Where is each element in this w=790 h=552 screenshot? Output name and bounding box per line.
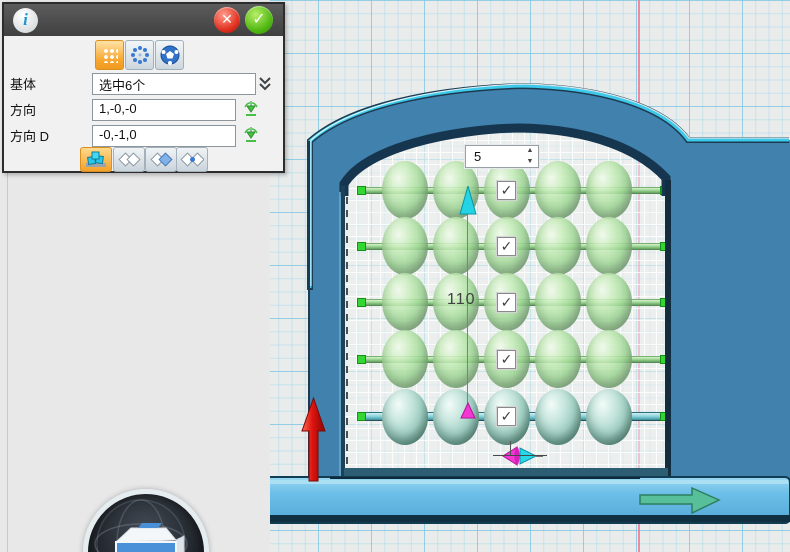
spacing-manipulator: [503, 447, 543, 465]
tab-sphere-pattern[interactable]: [155, 40, 184, 70]
direction-input[interactable]: 1,-0,-0: [92, 99, 236, 121]
double-chevron-down-icon[interactable]: [256, 75, 274, 93]
two-diamonds-icon: [117, 152, 141, 168]
base-input[interactable]: 选中6个: [92, 73, 256, 95]
spinner-down-icon[interactable]: ▼: [522, 157, 538, 168]
manipulator-stub-line: [510, 441, 511, 456]
application-canvas: 110: [0, 0, 790, 552]
row-toggle-checkbox[interactable]: ✓: [497, 293, 516, 312]
spinner-up-icon[interactable]: ▲: [522, 146, 538, 157]
pick-direction-icon[interactable]: [242, 99, 260, 119]
field-label-base: 基体: [10, 74, 36, 95]
manipulator-axis-line: [493, 455, 547, 456]
tab-pattern-geometry[interactable]: [80, 147, 112, 172]
count-spinner[interactable]: 5 ▲ ▼: [465, 145, 539, 168]
field-label-direction: 方向: [10, 100, 36, 121]
left-ruler-line: [7, 172, 8, 552]
tab-diamond-first[interactable]: [113, 147, 145, 172]
direction-d-input[interactable]: -0,-1,0: [92, 125, 236, 147]
info-icon[interactable]: i: [13, 8, 38, 33]
row-toggle-checkbox[interactable]: ✓: [497, 407, 516, 426]
pattern-dialog: i ✕ ✓ 基体 选中6个 方向 1,-: [2, 2, 285, 173]
boxes-icon: [84, 151, 108, 169]
cancel-button[interactable]: ✕: [214, 7, 240, 33]
tab-linear-pattern[interactable]: [95, 40, 124, 70]
row-toggle-checkbox[interactable]: ✓: [497, 350, 516, 369]
row-toggle-checkbox[interactable]: ✓: [497, 181, 516, 200]
diamond-filled-icon: [149, 152, 173, 168]
soccer-ball-icon: [160, 45, 180, 65]
diamonds-dot-icon: [180, 152, 204, 168]
view-cube: [116, 523, 184, 552]
tab-circular-pattern[interactable]: [125, 40, 154, 70]
grid-dots-icon: [102, 47, 118, 63]
dialog-titlebar[interactable]: i ✕ ✓: [4, 4, 283, 36]
tab-diamond-spacing[interactable]: [176, 147, 208, 172]
row-toggle-checkbox[interactable]: ✓: [497, 237, 516, 256]
tab-diamond-second[interactable]: [145, 147, 177, 172]
confirm-button[interactable]: ✓: [245, 6, 273, 34]
field-label-direction-d: 方向 D: [10, 126, 49, 147]
count-spinner-value[interactable]: 5: [466, 146, 522, 167]
circular-dots-icon: [130, 45, 150, 65]
pick-direction-icon[interactable]: [242, 125, 260, 145]
